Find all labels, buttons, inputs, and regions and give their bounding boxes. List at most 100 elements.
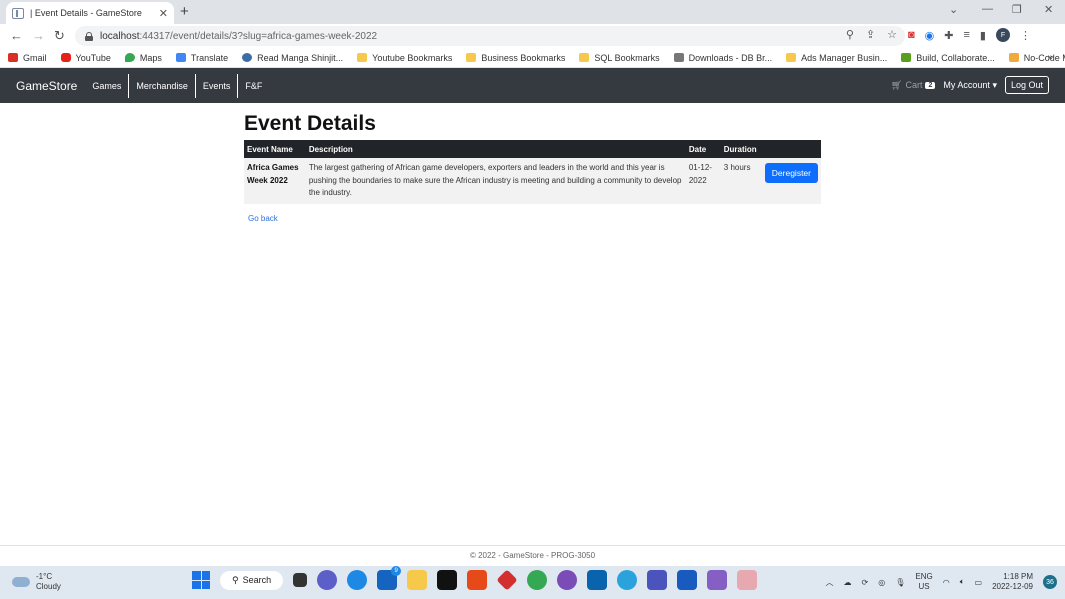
nav-link-merchandise[interactable]: Merchandise xyxy=(129,73,196,98)
translate-icon xyxy=(175,53,186,62)
media-queue-icon[interactable]: ≡ xyxy=(963,29,969,41)
bookmark-item[interactable]: No-Code Mobile A... xyxy=(1008,53,1065,63)
new-tab-icon[interactable]: + xyxy=(180,3,189,20)
database-icon xyxy=(673,53,684,62)
column-header: Event Name xyxy=(244,140,306,158)
bookmark-item[interactable]: Translate xyxy=(175,53,228,63)
url-field[interactable]: localhost:44317/event/details/3?slug=afr… xyxy=(75,26,905,46)
bookmark-folder[interactable]: Business Bookmarks xyxy=(466,53,565,63)
git-icon[interactable] xyxy=(496,569,518,591)
windows-start-icon[interactable] xyxy=(192,571,210,589)
forward-icon[interactable]: → xyxy=(32,28,45,43)
word-icon[interactable] xyxy=(677,570,698,590)
nav-link-ff[interactable]: F&F xyxy=(238,74,269,98)
battery-icon[interactable]: ▭ xyxy=(975,578,983,587)
clock[interactable]: 1:18 PM 2022-12-09 xyxy=(992,572,1033,592)
window-close-icon[interactable]: ✕ xyxy=(1044,3,1053,16)
temperature: -1°C xyxy=(36,572,53,581)
go-back-link[interactable]: Go back xyxy=(248,214,278,223)
bookmark-item[interactable]: Gmail xyxy=(8,53,47,63)
event-action-cell: Deregister xyxy=(761,158,821,204)
extensions-puzzle-icon[interactable]: ✚ xyxy=(944,29,953,42)
edge-icon[interactable] xyxy=(347,570,368,590)
bookmark-item[interactable]: Downloads - DB Br... xyxy=(673,53,772,63)
browser-tab-strip: | Event Details - GameStore ✕ + ⌄ — ❐ ✕ xyxy=(0,0,1065,24)
column-header: Description xyxy=(305,140,686,158)
bookmark-star-icon[interactable]: ☆ xyxy=(887,28,897,41)
task-view-icon[interactable] xyxy=(293,573,308,587)
microphone-icon[interactable]: 🎙︎ xyxy=(895,578,905,587)
chrome-menu-icon[interactable]: ⋮ xyxy=(1020,29,1031,42)
bookmark-folder[interactable]: Youtube Bookmarks xyxy=(357,53,452,63)
tray-overflow-icon[interactable]: ︿ xyxy=(826,577,834,588)
minimize-icon[interactable]: — xyxy=(982,3,993,15)
bookmark-item[interactable]: YouTube xyxy=(60,53,111,63)
reload-icon[interactable]: ↻ xyxy=(54,28,65,44)
outlook-icon[interactable] xyxy=(587,570,608,590)
nav-link-games[interactable]: Games xyxy=(85,73,130,98)
tab-search-icon[interactable]: ⌄ xyxy=(949,3,958,16)
brand-link[interactable]: GameStore xyxy=(16,79,77,93)
chrome-icon[interactable] xyxy=(527,570,548,590)
event-duration: 3 hours xyxy=(720,158,762,204)
taskbar-apps: ⚲ Search 9 xyxy=(192,566,758,591)
back-icon[interactable]: ← xyxy=(10,28,23,43)
visual-studio-icon[interactable] xyxy=(707,570,728,590)
nav-link-events[interactable]: Events xyxy=(196,73,239,98)
side-panel-icon[interactable]: ▮ xyxy=(980,29,986,42)
account-label: My Account xyxy=(943,79,990,90)
extensions-area: ◙ ◉ ✚ ≡ ▮ F ⋮ xyxy=(908,28,1031,42)
volume-icon[interactable]: 🔈︎ xyxy=(960,577,965,587)
logout-button[interactable]: Log Out xyxy=(1004,76,1049,94)
cart-link[interactable]: 🛒︎ Cart 2 xyxy=(891,80,936,91)
browser-tab[interactable]: | Event Details - GameStore ✕ xyxy=(6,2,174,24)
search-label: Search xyxy=(242,575,272,585)
folder-icon xyxy=(579,53,590,62)
url-host: localhost xyxy=(100,30,140,42)
snipping-tool-icon[interactable] xyxy=(737,570,758,590)
wifi-icon[interactable]: ◠ xyxy=(943,578,950,587)
teams-icon[interactable] xyxy=(647,570,668,590)
app-navbar: GameStore Games Merchandise Events F&F 🛒… xyxy=(0,68,1065,103)
table-header-row: Event Name Description Date Duration xyxy=(244,140,821,158)
column-header-action xyxy=(761,140,821,158)
sync-icon[interactable]: ⟳ xyxy=(862,578,869,587)
maps-icon xyxy=(124,53,135,62)
github-desktop-icon[interactable] xyxy=(557,570,578,590)
shazam-extension-icon[interactable]: ◉ xyxy=(925,29,935,42)
clock-time: 1:18 PM xyxy=(1003,572,1033,581)
gmail-icon xyxy=(8,53,18,62)
teams-chat-icon[interactable] xyxy=(317,570,338,590)
bookmark-item[interactable]: Read Manga Shinjit... xyxy=(242,53,343,63)
weather-condition: Cloudy xyxy=(36,582,61,591)
file-explorer-icon[interactable] xyxy=(407,570,428,590)
my-account-dropdown[interactable]: My Account ▾ xyxy=(943,80,997,91)
onedrive-icon[interactable]: ☁ xyxy=(844,578,852,587)
system-tray: ︿ ☁ ⟳ ◎ 🎙︎ ENG US ◠ 🔈︎ ▭ 1:18 PM 2022-12… xyxy=(826,572,1057,592)
notification-badge[interactable]: 36 xyxy=(1043,575,1057,589)
bookmark-folder[interactable]: SQL Bookmarks xyxy=(579,53,660,63)
bookmark-item[interactable]: Build, Collaborate... xyxy=(901,53,995,63)
address-bar-row: ← → ↻ localhost:44317/event/details/3?sl… xyxy=(0,24,1065,48)
event-name: Africa Games Week 2022 xyxy=(244,158,306,204)
weather-widget[interactable]: -1°C Cloudy xyxy=(12,572,61,592)
pocket-extension-icon[interactable]: ◙ xyxy=(908,29,915,41)
more-bookmarks-icon[interactable]: » xyxy=(1047,52,1053,63)
mail-icon[interactable]: 9 xyxy=(377,566,402,590)
taskbar-search[interactable]: ⚲ Search xyxy=(220,570,284,590)
bookmark-item[interactable]: Maps xyxy=(124,53,162,63)
office-icon[interactable] xyxy=(467,570,488,590)
build-icon xyxy=(901,53,912,62)
profile-avatar[interactable]: F xyxy=(995,28,1010,42)
share-icon[interactable]: ⇪ xyxy=(866,28,875,41)
telegram-icon[interactable] xyxy=(617,570,638,590)
deregister-button[interactable]: Deregister xyxy=(764,163,818,183)
netflix-icon[interactable] xyxy=(437,570,458,590)
bookmark-folder[interactable]: Ads Manager Busin... xyxy=(786,53,887,63)
network-tray-icon[interactable]: ◎ xyxy=(878,578,885,587)
lock-icon[interactable] xyxy=(85,31,93,41)
restore-icon[interactable]: ❐ xyxy=(1012,3,1022,16)
tab-close-icon[interactable]: ✕ xyxy=(159,7,168,20)
zoom-icon[interactable]: ⚲ xyxy=(846,28,854,41)
language-indicator[interactable]: ENG US xyxy=(915,572,932,592)
